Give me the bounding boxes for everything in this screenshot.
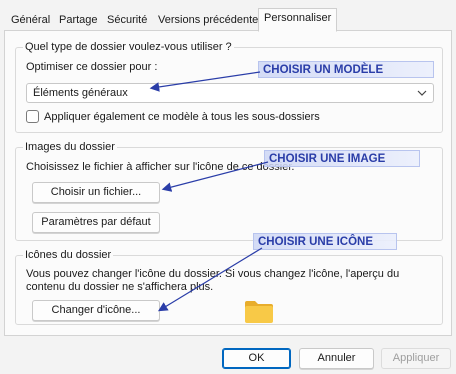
tab-partage[interactable]: Partage (53, 10, 104, 30)
ok-button[interactable]: OK (222, 348, 291, 369)
change-icon-button[interactable]: Changer d'icône... (32, 300, 160, 321)
cancel-button[interactable]: Annuler (299, 348, 374, 369)
optimize-label: Optimiser ce dossier pour : (26, 61, 158, 73)
folder-type-legend: Quel type de dossier voulez-vous utilise… (23, 40, 234, 54)
tab-general[interactable]: Général (5, 10, 56, 30)
tab-securite[interactable]: Sécurité (101, 10, 153, 30)
default-settings-button[interactable]: Paramètres par défaut (32, 212, 160, 233)
folder-type-select[interactable]: Éléments généraux (26, 83, 434, 103)
callout-choose-image: CHOISIR UNE IMAGE (264, 150, 420, 167)
folder-images-legend: Images du dossier (23, 140, 117, 154)
icon-description-line1: Vous pouvez changer l'icône du dossier. … (26, 268, 400, 280)
tab-strip: Général Partage Sécurité Versions précéd… (0, 8, 456, 32)
apply-subfolders-label: Appliquer également ce modèle à tous les… (44, 111, 320, 123)
choose-file-button[interactable]: Choisir un fichier... (32, 182, 160, 203)
folder-icon (245, 301, 273, 323)
callout-choose-model: CHOISIR UN MODÈLE (258, 61, 434, 78)
folder-type-group: Quel type de dossier voulez-vous utilise… (15, 40, 443, 133)
icon-description-line2: contenu du dossier ne s'affichera plus. (26, 281, 214, 293)
apply-button[interactable]: Appliquer (381, 348, 451, 369)
chevron-down-icon (417, 90, 427, 96)
apply-subfolders-checkbox[interactable] (26, 110, 39, 123)
folder-icons-group: Icônes du dossier Vous pouvez changer l'… (15, 248, 443, 325)
choose-file-label: Choisissez le fichier à afficher sur l'i… (26, 161, 295, 173)
folder-type-selected-value: Éléments généraux (33, 87, 128, 99)
callout-choose-icon: CHOISIR UNE ICÔNE (253, 233, 397, 250)
tab-personnaliser[interactable]: Personnaliser (258, 8, 338, 32)
folder-icons-legend: Icônes du dossier (23, 248, 114, 262)
tab-versions-precedentes[interactable]: Versions précédentes (152, 10, 270, 30)
